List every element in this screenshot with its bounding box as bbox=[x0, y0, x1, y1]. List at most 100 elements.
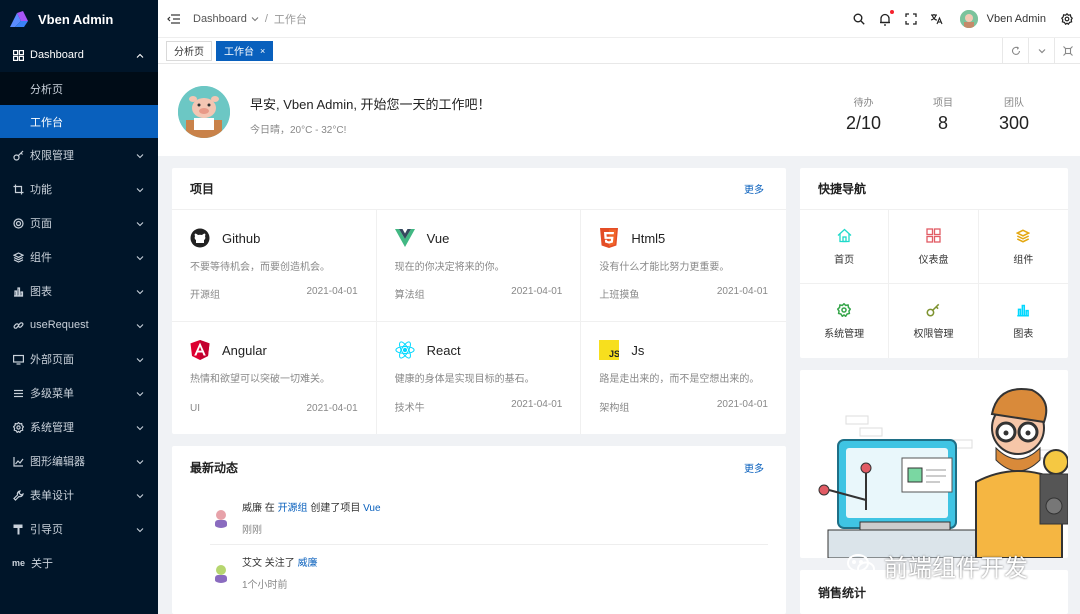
project-item[interactable]: Html5 没有什么才能比努力更重要。 上班摸鱼 2021-04-01 bbox=[581, 210, 786, 322]
sidebar-item-3[interactable]: 页面 bbox=[0, 206, 158, 240]
sidebar-item-7[interactable]: 外部页面 bbox=[0, 342, 158, 376]
activity-link[interactable]: Vue bbox=[363, 503, 380, 514]
quick-nav-label: 首页 bbox=[834, 254, 855, 266]
project-date: 2021-04-01 bbox=[511, 286, 563, 297]
quick-nav-label: 系统管理 bbox=[824, 329, 865, 340]
vben-logo-icon bbox=[8, 9, 30, 29]
chevron-down-icon bbox=[251, 15, 259, 23]
chevron-up-icon bbox=[136, 51, 144, 59]
activity-link[interactable]: 开源组 bbox=[278, 503, 308, 514]
sidebar-item-label: 图形编辑器 bbox=[30, 456, 85, 468]
expand-icon[interactable] bbox=[1054, 38, 1080, 63]
project-date: 2021-04-01 bbox=[511, 399, 563, 410]
translate-icon[interactable] bbox=[930, 12, 944, 26]
project-footer: 开源组 2021-04-01 bbox=[190, 286, 358, 301]
quick-nav-item[interactable]: 图表 bbox=[979, 284, 1068, 358]
activity-time: 刚刚 bbox=[242, 524, 262, 536]
sidebar-item-12[interactable]: 引导页 bbox=[0, 512, 158, 546]
sidebar-item-2[interactable]: 功能 bbox=[0, 172, 158, 206]
sidebar-subitem-analysis[interactable]: 分析页 bbox=[0, 72, 158, 105]
developer-illustration bbox=[818, 388, 1068, 558]
html5-icon bbox=[599, 228, 619, 248]
refresh-icon[interactable] bbox=[1002, 38, 1028, 63]
monitor-icon bbox=[12, 353, 24, 365]
sidebar-item-dashboard[interactable]: Dashboard bbox=[0, 38, 158, 72]
search-icon[interactable] bbox=[852, 12, 866, 26]
tab-tools bbox=[1002, 38, 1080, 63]
quick-nav-item[interactable]: 首页 bbox=[800, 210, 890, 284]
card-header: 快捷导航 bbox=[800, 168, 1068, 210]
project-group: 算法组 bbox=[394, 290, 425, 301]
sidebar-item-6[interactable]: useRequest bbox=[0, 308, 158, 342]
paint-roller-icon bbox=[12, 523, 24, 535]
project-desc: 没有什么才能比努力更重要。 bbox=[599, 262, 730, 273]
sidebar-subitem-workbench[interactable]: 工作台 bbox=[0, 105, 158, 138]
home-icon bbox=[836, 228, 852, 244]
breadcrumb-item-dashboard[interactable]: Dashboard bbox=[193, 13, 247, 25]
sidebar-item-13[interactable]: me 关于 bbox=[0, 546, 158, 580]
avatar bbox=[178, 86, 230, 138]
project-item[interactable]: Github 不要等待机会，而要创造机会。开源组 2021-04-01 bbox=[172, 210, 377, 322]
tab-label: 工作台 bbox=[224, 47, 254, 58]
project-item[interactable]: Vue 现在的你决定将来的你。 算法组 2021-04-01 bbox=[376, 210, 582, 322]
menu-fold-icon[interactable] bbox=[167, 12, 181, 26]
tab-analysis[interactable]: 分析页 bbox=[166, 40, 212, 61]
sidebar-item-1[interactable]: 权限管理 bbox=[0, 138, 158, 172]
project-desc: 不要等待机会，而要创造机会。 bbox=[190, 262, 330, 273]
welcome-banner: 早安, Vben Admin, 开始您一天的工作吧！ 今日晴，20°C - 32… bbox=[158, 64, 1080, 156]
quick-nav-item[interactable]: 仪表盘 bbox=[889, 210, 979, 284]
tab-workbench[interactable]: 工作台 × bbox=[216, 40, 274, 61]
breadcrumb: Dashboard / 工作台 bbox=[193, 11, 307, 27]
user-menu[interactable]: Vben Admin bbox=[959, 10, 1046, 28]
stat-label: 待办 bbox=[853, 98, 874, 109]
bell-icon[interactable] bbox=[878, 10, 894, 26]
project-date: 2021-04-01 bbox=[306, 286, 358, 297]
quick-nav-item[interactable]: 组件 bbox=[978, 210, 1068, 284]
key-icon bbox=[925, 302, 941, 318]
sidebar-item-10[interactable]: 图形编辑器 bbox=[0, 444, 158, 478]
sidebar-item-4[interactable]: 组件 bbox=[0, 240, 158, 274]
chevron-down-icon bbox=[136, 355, 144, 363]
breadcrumb-item-workbench: 工作台 bbox=[273, 13, 307, 26]
sidebar-item-5[interactable]: 图表 bbox=[0, 274, 158, 308]
chevron-down-icon[interactable] bbox=[1028, 38, 1054, 63]
vue-icon bbox=[394, 228, 415, 248]
project-date: 2021-04-01 bbox=[306, 403, 358, 414]
chevron-down-icon bbox=[136, 321, 144, 329]
project-name: Js bbox=[631, 342, 645, 358]
sidebar-item-label: 多级菜单 bbox=[30, 388, 74, 400]
sidebar-item-label: 引导页 bbox=[30, 524, 63, 536]
quick-nav-card: 快捷导航 首页 仪表盘 组件系统管理 权限管理 图表 bbox=[800, 168, 1068, 358]
project-group: 上班摸鱼 bbox=[599, 290, 640, 301]
sidebar-item-8[interactable]: 多级菜单 bbox=[0, 376, 158, 410]
quick-nav-item[interactable]: 权限管理 bbox=[889, 284, 979, 358]
sidebar-item-11[interactable]: 表单设计 bbox=[0, 478, 158, 512]
sidebar-item-label: Dashboard bbox=[30, 49, 84, 61]
more-link[interactable]: 更多 bbox=[744, 460, 764, 475]
close-icon[interactable]: × bbox=[260, 46, 265, 56]
react-icon bbox=[395, 340, 415, 360]
project-item[interactable]: Angular 热情和欲望可以突破一切难关。 UI 2021-04-01 bbox=[172, 322, 377, 434]
project-name: Github bbox=[222, 230, 261, 246]
sidebar-item-label: 权限管理 bbox=[30, 150, 74, 162]
gear-icon[interactable] bbox=[1060, 12, 1074, 26]
quick-nav-label: 权限管理 bbox=[913, 329, 954, 340]
chevron-down-icon bbox=[136, 219, 144, 227]
activity-verb: 创建了项目 bbox=[307, 502, 364, 514]
activity-text: 艾文 关注了 威廉 bbox=[242, 554, 318, 569]
more-link[interactable]: 更多 bbox=[744, 181, 764, 196]
chevron-down-icon bbox=[136, 287, 144, 295]
avatar bbox=[210, 561, 232, 583]
project-item[interactable]: JS Js 路是走出来的，而不是空想出来的。 架构组 2021-04-01 bbox=[581, 322, 786, 434]
activity-link[interactable]: 威廉 bbox=[298, 558, 318, 569]
project-item[interactable]: React 健康的身体是实现目标的基石。 技术牛 2021-04-01 bbox=[377, 322, 582, 434]
app-logo[interactable]: Vben Admin bbox=[0, 0, 158, 38]
quick-nav-item[interactable]: 系统管理 bbox=[800, 284, 890, 358]
activity-text: 威廉 在 开源组 创建了项目 Vue bbox=[242, 499, 381, 514]
card-title: 最新动态 bbox=[190, 460, 239, 475]
project-group: 架构组 bbox=[599, 403, 630, 414]
sidebar-item-label: 表单设计 bbox=[30, 490, 74, 502]
chevron-down-icon bbox=[136, 151, 144, 159]
fullscreen-icon[interactable] bbox=[904, 12, 918, 26]
sidebar-item-9[interactable]: 系统管理 bbox=[0, 410, 158, 444]
